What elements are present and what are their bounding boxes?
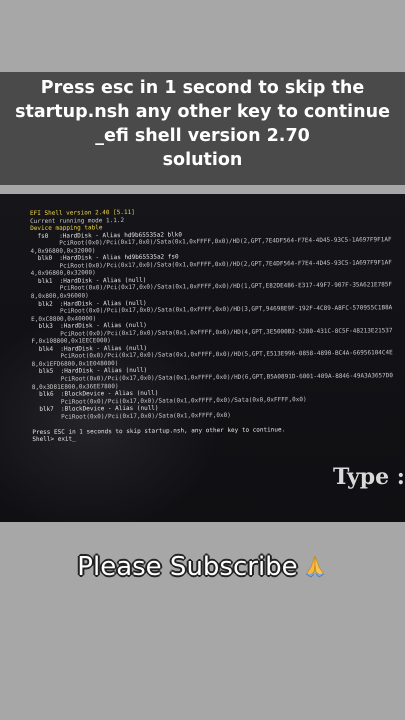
caption-banner: Press esc in 1 second to skip the startu… <box>0 72 405 185</box>
caption-line-1: Press esc in 1 second to skip the <box>40 78 365 98</box>
folded-hands-icon <box>305 555 324 578</box>
caption-line-3: _efi shell version 2.70 <box>95 126 310 146</box>
subscribe-text: Please Subscribe <box>77 552 298 582</box>
efi-shell-screen: EFI Shell version 2.40 [5.11] Current run… <box>0 194 405 522</box>
terminal-output: EFI Shell version 2.40 [5.11] Current run… <box>30 206 402 444</box>
subscribe-caption: Please Subscribe <box>0 552 405 582</box>
caption-line-2: startup.nsh any other key to continue <box>15 102 390 122</box>
caption-line-4: solution <box>162 150 243 170</box>
type-label: Type : <box>333 464 405 490</box>
